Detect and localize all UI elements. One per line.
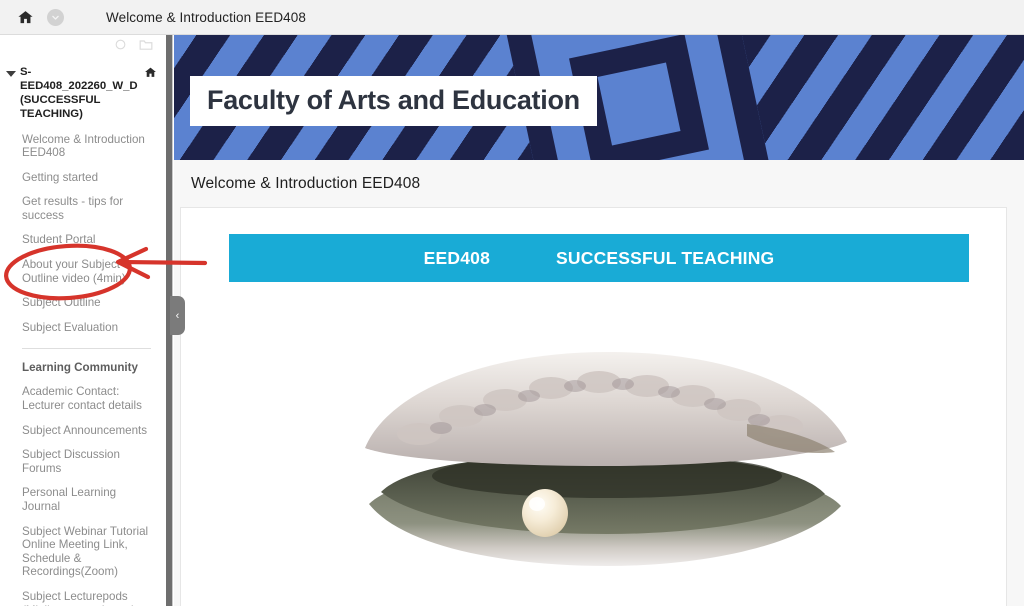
sidebar-item-get-results[interactable]: Get results - tips for success — [0, 190, 165, 228]
refresh-icon[interactable] — [114, 38, 127, 56]
course-title-bar: EED408 SUCCESSFUL TEACHING — [229, 234, 969, 282]
sidebar-item-welcome-introduction[interactable]: Welcome & Introduction EED408 — [0, 127, 165, 165]
sidebar-item-student-portal[interactable]: Student Portal — [0, 228, 165, 253]
page-title: Welcome & Introduction EED408 — [191, 174, 421, 192]
sidebar-item-academic-contact[interactable]: Academic Contact: Lecturer contact detai… — [0, 380, 165, 418]
course-code: EED408 — [423, 247, 491, 268]
faculty-name: Faculty of Arts and Education — [207, 85, 580, 115]
folder-icon[interactable] — [139, 38, 153, 56]
page-tab-title: Welcome & Introduction EED408 — [106, 9, 307, 25]
course-title: S-EED408_202260_W_D (SUCCESSFUL TEACHING… — [20, 66, 138, 120]
course-name: SUCCESSFUL TEACHING — [556, 247, 775, 268]
course-sidebar: S-EED408_202260_W_D (SUCCESSFUL TEACHING… — [0, 35, 165, 606]
chevron-left-icon: ‹ — [175, 309, 180, 322]
sidebar-item-getting-started[interactable]: Getting started — [0, 165, 165, 190]
sidebar-item-subject-outline[interactable]: Subject Outline — [0, 291, 165, 316]
sidebar-nav-list: Welcome & Introduction EED408 Getting st… — [0, 123, 165, 606]
sidebar-item-subject-evaluation[interactable]: Subject Evaluation — [0, 315, 165, 340]
oyster-with-pearl-image — [349, 316, 859, 566]
faculty-name-plate: Faculty of Arts and Education — [190, 76, 597, 126]
caret-down-icon[interactable] — [6, 70, 16, 77]
main-content: Faculty of Arts and Education Welcome & … — [174, 35, 1024, 606]
sidebar-tool-row — [0, 35, 165, 59]
page-title-bar: Welcome & Introduction EED408 — [174, 160, 1024, 207]
sidebar-item-about-subject-outline-video[interactable]: About your Subject Outline video (4min) — [0, 253, 165, 291]
home-icon[interactable] — [144, 66, 157, 79]
top-bar: Welcome & Introduction EED408 — [0, 0, 1024, 35]
faculty-banner: Faculty of Arts and Education — [174, 35, 1024, 160]
course-header[interactable]: S-EED408_202260_W_D (SUCCESSFUL TEACHING… — [0, 59, 165, 123]
content-card: EED408 SUCCESSFUL TEACHING — [180, 207, 1007, 606]
sidebar-item-subject-discussion-forums[interactable]: Subject Discussion Forums — [0, 443, 165, 481]
sidebar-collapse-handle[interactable]: ‹ — [170, 296, 185, 335]
sidebar-item-subject-lecturepods[interactable]: Subject Lecturepods (Minilecture podcast… — [0, 584, 165, 606]
sidebar-item-subject-webinar-tutorial[interactable]: Subject Webinar Tutorial Online Meeting … — [0, 519, 165, 584]
sidebar-divider — [22, 347, 151, 349]
sidebar-item-personal-learning-journal[interactable]: Personal Learning Journal — [0, 481, 165, 519]
chevron-down-circle-icon[interactable] — [47, 8, 64, 26]
sidebar-section-learning-community: Learning Community — [22, 360, 138, 374]
sidebar-item-subject-announcements[interactable]: Subject Announcements — [0, 418, 165, 443]
browser-page: Welcome & Introduction EED408 S-EED408_2… — [0, 0, 1024, 606]
home-icon[interactable] — [14, 6, 36, 28]
